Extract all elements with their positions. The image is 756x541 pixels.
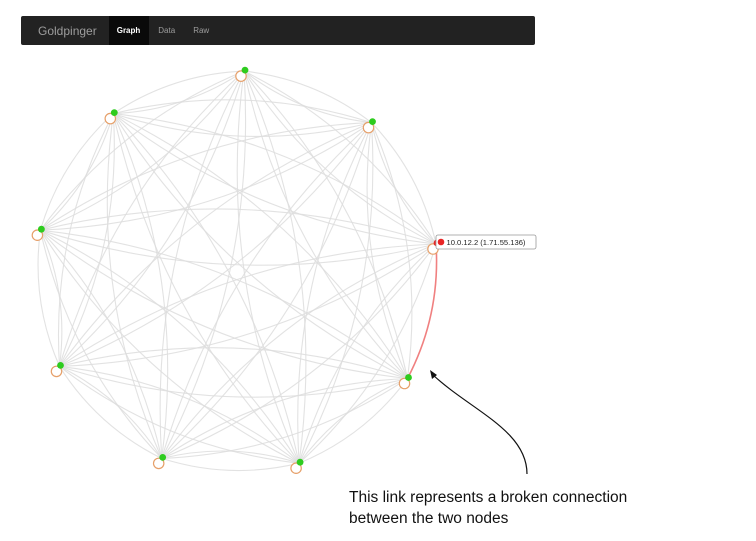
ping-link [112, 70, 245, 115]
node-status-ok[interactable] [110, 109, 118, 116]
node[interactable] [152, 454, 167, 470]
ping-link [161, 243, 437, 459]
ping-link [243, 70, 437, 245]
node-status-ok[interactable] [38, 225, 45, 233]
ping-link [243, 70, 408, 379]
annotation-caption: This link represents a broken connection… [349, 487, 627, 529]
ping-link [40, 122, 372, 231]
ping-link [59, 365, 300, 464]
ping-link [39, 113, 114, 231]
node-status-ok[interactable] [405, 374, 412, 381]
annotation-line-1: This link represents a broken connection [349, 489, 628, 506]
ping-link [39, 70, 245, 231]
cluster-graph: 10.0.12.2 (1.71.55.136) [31, 66, 537, 475]
ping-link [243, 70, 372, 124]
ping-link [59, 122, 372, 367]
node-status-ok[interactable] [296, 458, 304, 466]
ping-link [243, 70, 437, 245]
ping-link [40, 113, 114, 231]
ping-link [59, 122, 372, 367]
ping-link [59, 347, 408, 380]
node-status-ok[interactable] [369, 118, 376, 125]
ping-link [113, 70, 245, 115]
annotation-arrow [431, 373, 528, 475]
annotation-line-2: between the two nodes [349, 510, 509, 527]
ping-link [40, 122, 372, 231]
ping-link [243, 70, 409, 379]
ping-link [40, 229, 437, 266]
ping-link [161, 122, 372, 459]
ping-link [112, 113, 300, 464]
ping-link [161, 122, 373, 459]
ping-link [161, 243, 437, 459]
node-status-ok[interactable] [159, 454, 167, 461]
tooltip-status-icon [437, 238, 445, 246]
tooltip-text: 10.0.12.2 (1.71.55.136) [447, 238, 526, 247]
node-status-ok[interactable] [57, 362, 64, 369]
node-status-ok[interactable] [241, 66, 249, 74]
ping-link [59, 365, 300, 464]
ping-link [243, 70, 372, 124]
ping-link [40, 70, 245, 231]
ping-link [112, 113, 300, 464]
